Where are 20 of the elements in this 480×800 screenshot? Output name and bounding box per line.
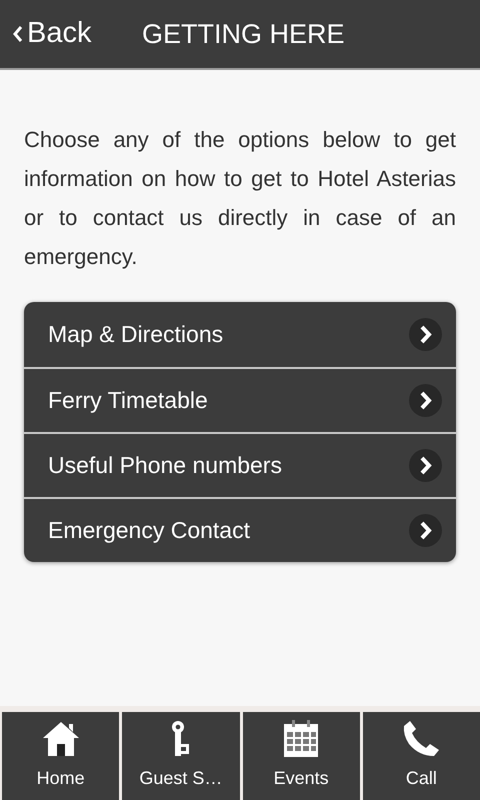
option-row[interactable]: Map & Directions <box>24 302 456 367</box>
tab-bar-item[interactable]: Home <box>2 712 120 800</box>
option-row[interactable]: Useful Phone numbers <box>24 432 456 497</box>
phone-icon <box>401 720 442 758</box>
chevron-right-icon <box>409 449 442 482</box>
chevron-right-icon <box>409 318 442 351</box>
key-icon <box>170 720 191 758</box>
option-row[interactable]: Ferry Timetable <box>24 367 456 432</box>
chevron-right-icon <box>409 384 442 417</box>
tab-bar-item[interactable]: Call <box>362 712 480 800</box>
tab-bar-item[interactable]: Guest S… <box>122 712 240 800</box>
calendar-icon <box>283 720 320 758</box>
back-button[interactable]: Back <box>0 12 130 56</box>
chevron-right-icon <box>409 514 442 547</box>
intro-paragraph: Choose any of the options below to get information on how to get to Hotel Asterias or to contact us directly in case of an emergency. <box>24 126 456 271</box>
screen-title: GETTING HERE <box>141 18 345 51</box>
chevron-left-icon <box>12 25 23 43</box>
tab-bar-item[interactable]: Events <box>242 712 360 800</box>
option-row[interactable]: Emergency Contact <box>24 497 456 562</box>
house-icon <box>42 720 80 758</box>
